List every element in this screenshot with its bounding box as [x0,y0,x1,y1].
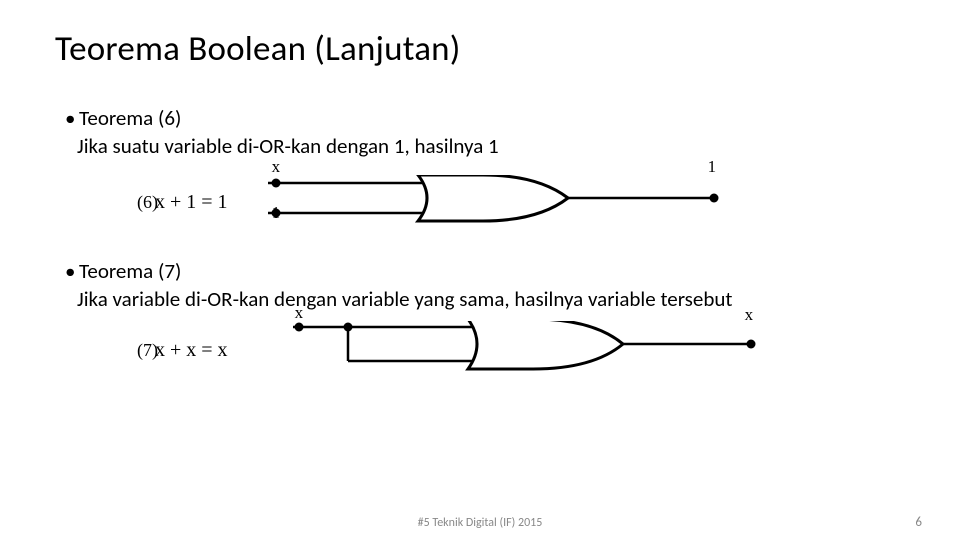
theorem6-label: Teorema (6) [79,105,181,131]
theorem6-diagram: (6) x + 1 = 1 x 1 1 [55,175,905,231]
theorem7-label: Teorema (7) [79,258,181,284]
theorem7-bullet: •Teorema (7) [65,257,905,285]
page-number: 6 [915,515,922,530]
theorem6-eqnum: (6) [55,192,137,213]
or-gate-7: x x [293,321,763,379]
or-gate-6-svg [268,175,723,231]
gate7-output-label: x [745,305,754,325]
or-gate-6: x 1 1 [268,175,723,231]
or-gate-7-svg [293,321,763,379]
slide-title: Teorema Boolean (Lanjutan) [55,28,905,70]
bullet-dot: • [65,104,79,132]
gate6-input-bot-label: 1 [272,203,281,223]
theorem6-desc: Jika suatu variable di-OR-kan dengan 1, … [77,132,905,160]
bullet-dot: • [65,257,79,285]
slide-footer: #5 Teknik Digital (IF) 2015 [0,516,960,530]
gate7-input-label: x [295,303,304,323]
gate6-input-top-label: x [272,157,281,177]
theorem7-desc: Jika variable di-OR-kan dengan variable … [77,285,905,313]
theorem7-diagram: (7) x + x = x x x [55,321,905,379]
theorem7-equation: x + x = x [137,339,228,362]
theorem6-bullet: •Teorema (6) [65,104,905,132]
theorem6-equation: x + 1 = 1 [137,191,228,214]
gate6-output-label: 1 [708,157,717,177]
slide-content: Teorema Boolean (Lanjutan) •Teorema (6) … [0,0,960,379]
theorem7-eqnum: (7) [55,340,137,361]
